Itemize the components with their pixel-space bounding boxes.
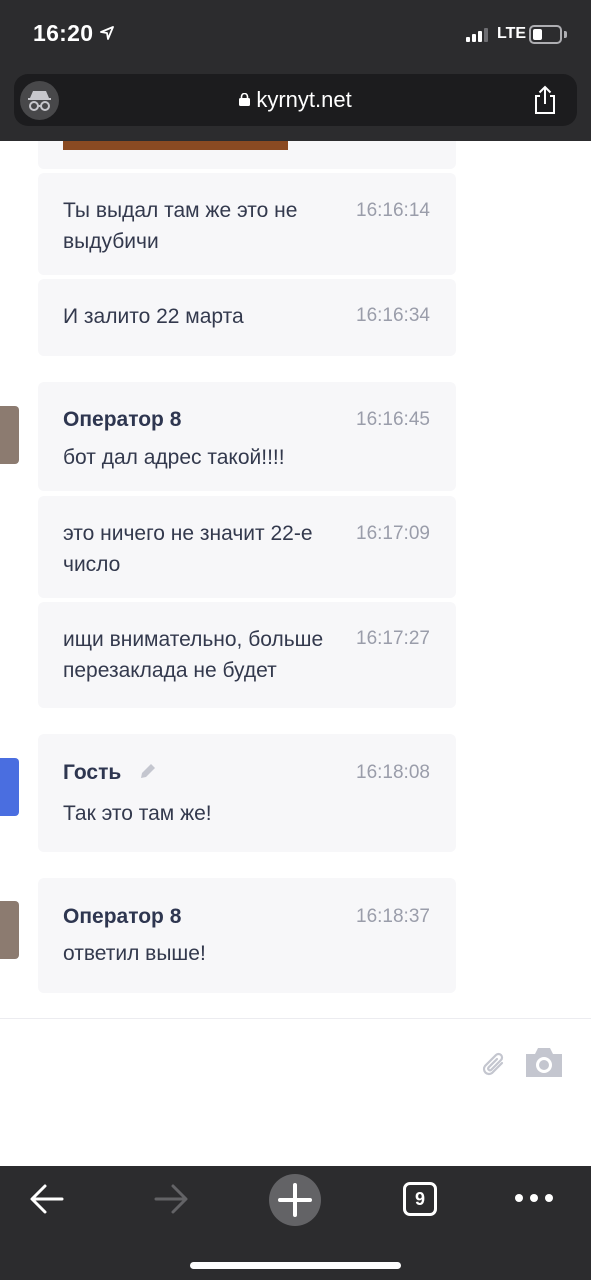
message-sender: Оператор 8: [63, 905, 182, 928]
camera-icon[interactable]: [524, 1045, 564, 1079]
url-text: kyrnyt.net: [256, 87, 352, 112]
message-text: И залито 22 марта: [63, 305, 244, 328]
home-indicator[interactable]: [190, 1262, 401, 1269]
message-sender: Гость: [63, 761, 122, 784]
message-time: 16:17:27: [356, 628, 430, 649]
message-compose[interactable]: [0, 1018, 591, 1166]
url-display[interactable]: kyrnyt.net: [14, 87, 577, 113]
share-icon[interactable]: [533, 85, 557, 115]
message-text: Ты выдал там же это не выдубичи: [63, 199, 298, 253]
new-tab-button[interactable]: [269, 1174, 321, 1226]
message-bubble: это ничего не значит 22-е число 16:17:09: [38, 496, 456, 598]
message-text: ответил выше!: [63, 942, 206, 965]
message-bubble: И залито 22 марта 16:16:34: [38, 279, 456, 356]
message-time: 16:16:45: [356, 409, 430, 430]
guest-avatar: [0, 758, 19, 816]
lock-icon: [239, 93, 251, 106]
browser-toolbar: 9: [0, 1166, 591, 1280]
image-message[interactable]: [38, 141, 456, 169]
paperclip-icon[interactable]: [478, 1049, 510, 1081]
message-time: 16:17:09: [356, 523, 430, 544]
location-arrow-icon: [100, 26, 114, 40]
image-attachment[interactable]: [63, 141, 288, 150]
message-bubble: Ты выдал там же это не выдубичи 16:16:14: [38, 173, 456, 275]
chat-history[interactable]: Ты выдал там же это не выдубичи 16:16:14…: [0, 141, 591, 1018]
back-arrow-icon[interactable]: [28, 1180, 66, 1218]
message-sender: Оператор 8: [63, 408, 182, 431]
message-text: ищи внимательно, больше перезаклада не б…: [63, 628, 324, 682]
status-bar: 16:20 LTE: [0, 0, 591, 70]
message-bubble: Оператор 8 ответил выше! 16:18:37: [38, 878, 456, 993]
operator-avatar: [0, 406, 19, 464]
status-time: 16:20: [33, 20, 94, 46]
network-type: LTE: [497, 25, 527, 42]
forward-arrow-icon[interactable]: [152, 1180, 190, 1218]
message-bubble: Оператор 8 бот дал адрес такой!!!! 16:16…: [38, 382, 456, 491]
message-time: 16:16:14: [356, 200, 430, 221]
message-text: это ничего не значит 22-е число: [63, 522, 313, 576]
battery-icon: [529, 25, 562, 44]
message-bubble: Гость Так это там же! 16:18:08: [38, 734, 456, 852]
cellular-signal-icon: [466, 28, 488, 42]
message-text: Так это там же!: [63, 802, 212, 825]
message-bubble: ищи внимательно, больше перезаклада не б…: [38, 602, 456, 708]
plus-icon: [278, 1183, 312, 1217]
message-time: 16:18:37: [356, 906, 430, 927]
message-time: 16:18:08: [356, 762, 430, 783]
pencil-icon[interactable]: [138, 761, 158, 781]
more-dots-icon[interactable]: [514, 1193, 554, 1203]
address-bar[interactable]: kyrnyt.net: [14, 74, 577, 126]
browser-address-area: kyrnyt.net: [0, 70, 591, 141]
tabs-count-button[interactable]: 9: [403, 1182, 437, 1216]
operator-avatar: [0, 901, 19, 959]
message-text: бот дал адрес такой!!!!: [63, 446, 285, 469]
message-time: 16:16:34: [356, 305, 430, 326]
